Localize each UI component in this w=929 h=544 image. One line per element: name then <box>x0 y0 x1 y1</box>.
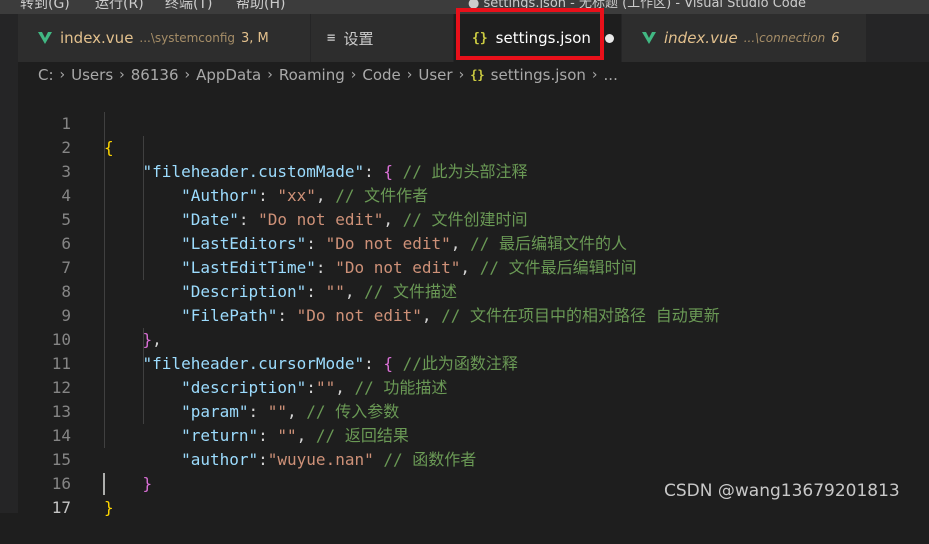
breadcrumb: C: › Users › 86136 › AppData › Roaming ›… <box>0 62 929 88</box>
line-number: 17 <box>51 498 71 517</box>
breadcrumb-item[interactable]: Roaming <box>279 66 345 84</box>
code-line: 5 "LastEditors": "Do not edit", // 最后编辑文… <box>0 184 929 253</box>
menu-goto[interactable]: 转到(G) <box>20 0 70 14</box>
breadcrumb-item[interactable]: AppData <box>196 66 261 84</box>
chevron-right-icon: › <box>350 67 357 83</box>
window-title: ● settings.json - 无标题 (工作区) - Visual Stu… <box>468 0 806 11</box>
title-bar: 转到(G) 运行(R) 终端(T) 帮助(H) ● settings.json … <box>0 0 929 14</box>
tab-title: index.vue <box>60 29 134 47</box>
tab-description: ...\systemconfig <box>139 31 236 45</box>
chevron-right-icon: › <box>184 67 191 83</box>
chevron-right-icon: › <box>591 67 598 83</box>
chevron-right-icon: › <box>59 67 66 83</box>
code-line: 11 "description":"", // 功能描述 <box>0 328 929 397</box>
code-line: 10 "fileheader.cursorMode": { //此为函数注释 <box>0 304 929 373</box>
breadcrumb-item[interactable]: Code <box>362 66 400 84</box>
tab-problem-badge: 6 <box>831 30 840 46</box>
code-line: 6 "LastEditTime": "Do not edit", // 文件最后… <box>0 208 929 277</box>
breadcrumb-item[interactable]: 86136 <box>131 66 179 84</box>
tab-title: index.vue <box>664 29 738 47</box>
tab-index-vue-systemconfig[interactable]: index.vue ...\systemconfig 3, M <box>18 14 311 62</box>
settings-list-icon: ≡ <box>327 30 336 46</box>
menu-help[interactable]: 帮助(H) <box>236 0 285 14</box>
tab-title: settings.json <box>495 29 591 47</box>
code-line: 14 "author":"wuyue.nan" // 函数作者 <box>0 400 929 469</box>
code-line: 4 "Date": "Do not edit", // 文件创建时间 <box>0 160 929 229</box>
tab-problem-badge: 3, M <box>241 30 269 46</box>
breadcrumb-item[interactable]: User <box>418 66 452 84</box>
json-file-icon: {} <box>470 68 485 82</box>
tab-index-vue-connection[interactable]: index.vue ...\connection 6 <box>622 14 867 62</box>
tab-settings-json[interactable]: {} settings.json <box>454 14 622 62</box>
chevron-right-icon: › <box>458 67 465 83</box>
code-line: 9 }, <box>0 280 929 349</box>
text-cursor <box>103 473 105 495</box>
breadcrumb-symbols[interactable]: ... <box>604 66 618 84</box>
code-line: 16 } <box>0 448 929 517</box>
code-line: 2 "fileheader.customMade": { // 此为头部注释 <box>0 112 929 181</box>
tab-settings-ui[interactable]: ≡ 设置 <box>311 14 454 62</box>
code-line: 7 "Description": "", // 文件描述 <box>0 232 929 301</box>
editor-tab-bar: index.vue ...\systemconfig 3, M ≡ 设置 {} … <box>0 14 929 62</box>
unsaved-dot-icon[interactable] <box>604 33 614 43</box>
code-line: 12 "param": "", // 传入参数 <box>0 352 929 421</box>
breadcrumb-item[interactable]: Users <box>71 66 113 84</box>
chevron-right-icon: › <box>267 67 273 83</box>
code-line: 15 } <box>0 424 929 493</box>
code-line: 8 "FilePath": "Do not edit", // 文件在项目中的相… <box>0 256 929 325</box>
code-token: } <box>104 498 114 517</box>
code-line: 13 "return": "", // 返回结果 <box>0 376 929 445</box>
tab-title: 设置 <box>343 29 374 48</box>
vue-file-icon <box>38 32 52 44</box>
code-line: 1 { <box>0 88 929 157</box>
menu-terminal[interactable]: 终端(T) <box>165 0 212 14</box>
watermark: CSDN @wang13679201813 <box>664 481 900 501</box>
chevron-right-icon: › <box>119 67 125 83</box>
chevron-right-icon: › <box>406 67 413 83</box>
vue-file-icon <box>642 32 656 44</box>
breadcrumb-item[interactable]: C: <box>38 66 54 84</box>
code-editor[interactable]: 1 { 2 "fileheader.customMade": { // 此为头部… <box>0 88 929 517</box>
tab-description: ...\connection <box>743 31 826 45</box>
json-file-icon: {} <box>472 30 488 46</box>
menu-run[interactable]: 运行(R) <box>95 0 144 14</box>
breadcrumb-file[interactable]: settings.json <box>491 66 586 84</box>
code-line: 3 "Author": "xx", // 文件作者 <box>0 136 929 205</box>
